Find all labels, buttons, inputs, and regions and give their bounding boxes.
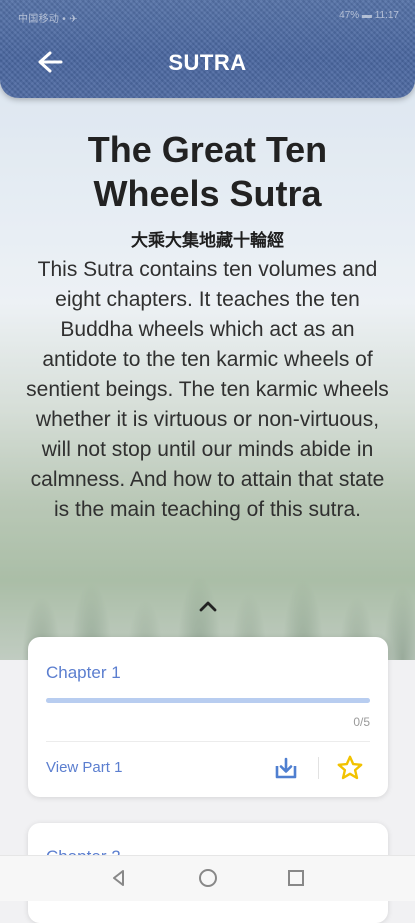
circle-home-icon [199,869,217,887]
system-navigation-bar [0,855,415,901]
sutra-description: This Sutra contains ten volumes and eigh… [26,258,389,521]
chapter-progress-fill [46,698,370,703]
status-battery-time: 47% ▬ 11:17 [339,10,399,21]
favorite-button[interactable] [336,754,364,782]
chapter-card[interactable]: Chapter 1 0/5 View Part 1 [28,637,388,797]
status-carrier: 中国移动 • ✈ [18,14,78,25]
chapter-progress-bar [46,698,370,703]
page-title: SUTRA [168,50,247,75]
sutra-intro: The Great Ten Wheels Sutra 大乘大集地藏十輪經 Thi… [0,128,415,525]
download-icon [275,757,297,779]
download-button[interactable] [273,755,299,781]
chevron-up-icon [199,601,217,612]
chapter-progress-text: 0/5 [353,715,370,729]
collapse-button[interactable] [196,594,220,618]
nav-recent-button[interactable] [285,867,307,889]
action-divider [318,757,319,779]
card-divider [46,741,370,742]
sutra-title: The Great Ten Wheels Sutra [87,129,328,214]
status-bar: 中国移动 • ✈ 47% ▬ 11:17 [0,0,415,30]
nav-back-button[interactable] [108,867,130,889]
view-part-link[interactable]: View Part 1 [46,759,122,776]
triangle-back-icon [113,870,124,886]
star-icon [337,755,363,780]
sutra-chinese-title: 大乘大集地藏十輪經 [131,231,284,251]
chapter-label: Chapter 1 [46,663,121,682]
app-header: 中国移动 • ✈ 47% ▬ 11:17 SUTRA [0,0,415,98]
square-recent-icon [288,870,304,886]
nav-home-button[interactable] [197,867,219,889]
